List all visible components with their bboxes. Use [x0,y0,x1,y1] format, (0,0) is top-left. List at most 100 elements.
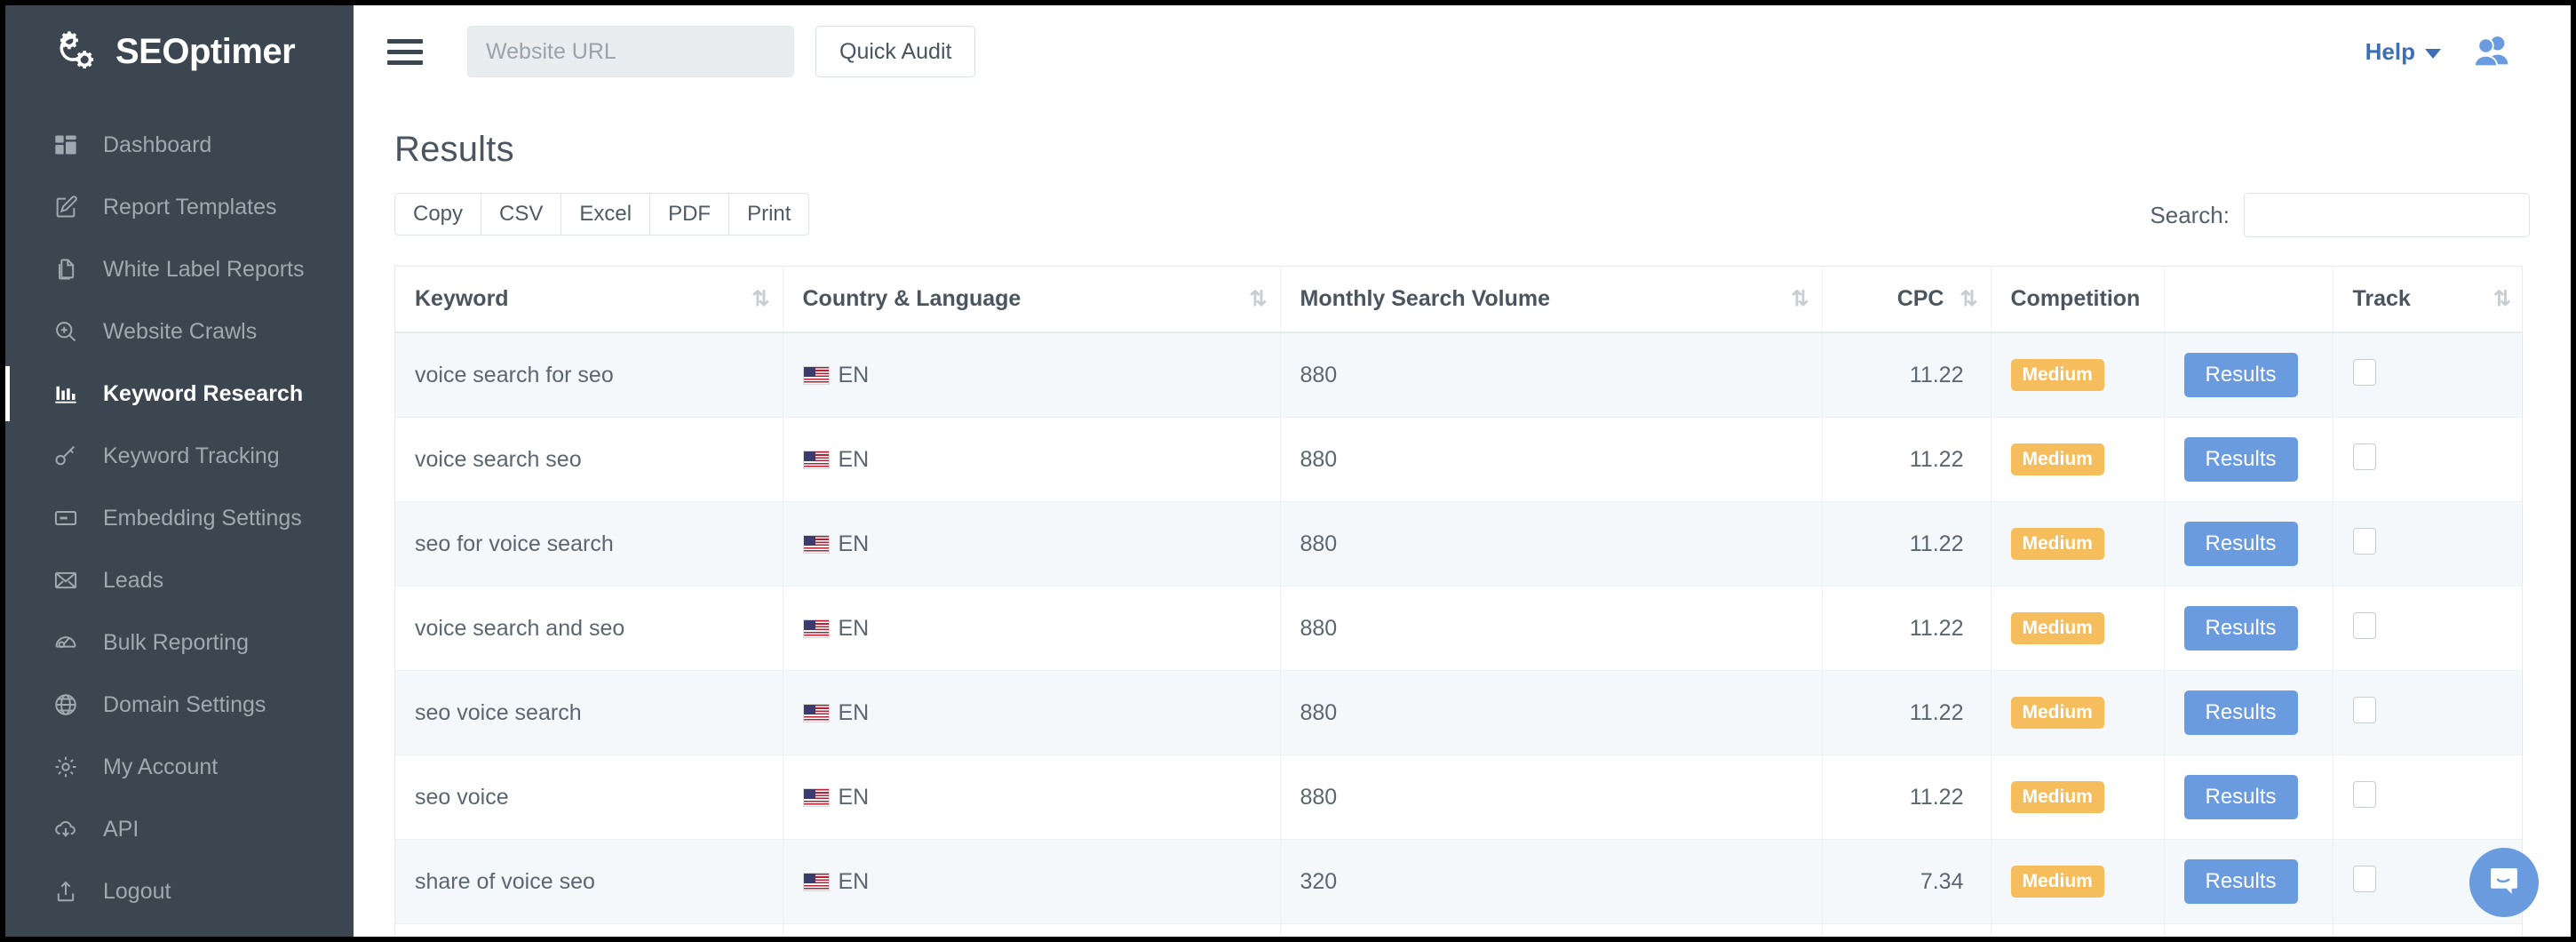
track-checkbox[interactable] [2353,359,2376,386]
column-header-action [2164,267,2333,332]
intercom-launcher[interactable] [2469,848,2539,917]
search-input[interactable] [2244,193,2530,237]
table-header: Keyword ⇅ Country & Language ⇅ Monthly S… [395,267,2523,332]
export-excel-button[interactable]: Excel [561,193,649,236]
cell-track [2333,671,2523,755]
status-badge: Medium [2011,443,2104,475]
cell-keyword: voice search for seo [395,332,783,418]
sort-icon: ⇅ [1960,289,1976,310]
column-header-keyword[interactable]: Keyword ⇅ [395,267,783,332]
table-row: share of voice seoEN3207.34MediumResults [395,840,2523,924]
content-area: Results Copy CSV Excel PDF Print Search: [354,98,2571,937]
cell-action: Results [2164,587,2333,671]
sidebar-item-logout[interactable]: Logout [5,860,354,922]
column-header-competition[interactable]: Competition [1991,267,2164,332]
results-table-container: Keyword ⇅ Country & Language ⇅ Monthly S… [394,266,2523,937]
gauge-icon [52,628,80,657]
sidebar-item-embedding-settings[interactable]: Embedding Settings [5,487,354,549]
cell-keyword: seo for voice search [395,502,783,587]
sidebar-nav: Dashboard Report Templates [5,98,354,922]
sidebar-item-keyword-tracking[interactable]: Keyword Tracking [5,425,354,487]
table-row: seo share of voiceEN3207.34MediumResults [395,924,2523,938]
country-code: EN [839,869,870,895]
sidebar-item-label: Bulk Reporting [103,630,249,656]
column-label: Keyword [415,286,509,311]
row-results-button[interactable]: Results [2184,522,2298,566]
sort-icon: ⇅ [751,289,767,310]
quick-audit-button[interactable]: Quick Audit [815,26,975,77]
brand-name: SEOptimer [115,32,295,72]
sidebar-item-report-templates[interactable]: Report Templates [5,176,354,238]
row-results-button[interactable]: Results [2184,437,2298,482]
track-checkbox[interactable] [2353,866,2376,892]
column-header-country-language[interactable]: Country & Language ⇅ [783,267,1280,332]
brand-logo-block[interactable]: SEOptimer [5,5,354,98]
country-code: EN [839,531,870,557]
column-header-cpc[interactable]: CPC ⇅ [1822,267,1991,332]
envelope-icon [52,566,80,595]
cell-cpc: 11.22 [1822,502,1991,587]
track-checkbox[interactable] [2353,443,2376,470]
cell-track [2333,418,2523,502]
export-pdf-button[interactable]: PDF [649,193,728,236]
cell-cpc: 11.22 [1822,587,1991,671]
sidebar-item-label: Keyword Tracking [103,443,280,469]
us-flag-icon [803,873,830,891]
sidebar-item-my-account[interactable]: My Account [5,736,354,798]
cell-competition: Medium [1991,332,2164,418]
top-bar-right: Help [2365,31,2539,72]
table-header-row: Keyword ⇅ Country & Language ⇅ Monthly S… [395,267,2523,332]
export-csv-button[interactable]: CSV [481,193,561,236]
sidebar-item-bulk-reporting[interactable]: Bulk Reporting [5,611,354,674]
status-badge: Medium [2011,781,2104,813]
row-results-button[interactable]: Results [2184,606,2298,651]
sidebar: SEOptimer Dashboard [5,5,354,937]
sort-icon: ⇅ [1249,289,1265,310]
track-checkbox[interactable] [2353,528,2376,555]
sidebar-item-white-label-reports[interactable]: White Label Reports [5,238,354,300]
sidebar-item-domain-settings[interactable]: Domain Settings [5,674,354,736]
column-header-monthly-search-volume[interactable]: Monthly Search Volume ⇅ [1280,267,1822,332]
sidebar-item-label: API [103,817,139,842]
table-row: seo voice searchEN88011.22MediumResults [395,671,2523,755]
toolbar-row: Copy CSV Excel PDF Print Search: [394,193,2530,237]
help-menu[interactable]: Help [2365,38,2441,66]
track-checkbox[interactable] [2353,612,2376,639]
sort-icon: ⇅ [2493,289,2509,310]
track-checkbox[interactable] [2353,697,2376,723]
row-results-button[interactable]: Results [2184,691,2298,735]
sidebar-item-leads[interactable]: Leads [5,549,354,611]
table-row: seo for voice searchEN88011.22MediumResu… [395,502,2523,587]
track-checkbox[interactable] [2353,781,2376,808]
logout-upload-icon [52,877,80,906]
hamburger-icon[interactable] [387,30,430,73]
column-header-track[interactable]: Track ⇅ [2333,267,2523,332]
sidebar-item-label: Report Templates [103,195,276,220]
cell-cpc: 7.34 [1822,924,1991,938]
export-copy-button[interactable]: Copy [394,193,481,236]
column-label: Monthly Search Volume [1300,286,1551,311]
row-results-button[interactable]: Results [2184,353,2298,397]
sidebar-item-label: Embedding Settings [103,506,302,531]
users-icon[interactable] [2471,31,2512,72]
column-label: Track [2353,286,2411,311]
us-flag-icon [803,451,830,469]
cell-keyword: seo share of voice [395,924,783,938]
export-button-group: Copy CSV Excel PDF Print [394,193,809,236]
row-results-button[interactable]: Results [2184,775,2298,819]
cell-action: Results [2164,332,2333,418]
cell-cpc: 11.22 [1822,418,1991,502]
website-url-input[interactable] [467,26,794,77]
sidebar-item-website-crawls[interactable]: Website Crawls [5,300,354,363]
cell-competition: Medium [1991,755,2164,840]
sidebar-item-api[interactable]: API [5,798,354,860]
export-print-button[interactable]: Print [728,193,809,236]
sidebar-item-keyword-research[interactable]: Keyword Research [5,363,354,425]
row-results-button[interactable]: Results [2184,859,2298,904]
cell-track [2333,755,2523,840]
cell-competition: Medium [1991,671,2164,755]
cell-competition: Medium [1991,418,2164,502]
sidebar-item-label: My Account [103,754,218,780]
table-search: Search: [2150,193,2530,237]
sidebar-item-dashboard[interactable]: Dashboard [5,114,354,176]
